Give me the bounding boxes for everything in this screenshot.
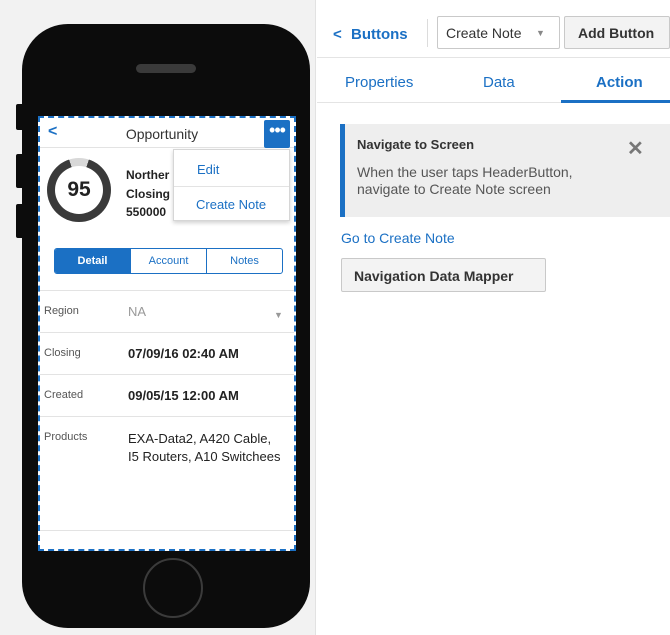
tab-action[interactable]: Action [596, 74, 643, 91]
region-label: Region [44, 305, 79, 317]
properties-panel: < Buttons Create Note ▼ Add Button Prope… [317, 0, 670, 635]
gauge-value: 95 [67, 178, 91, 201]
score-gauge: 95 [47, 158, 111, 222]
navigation-data-mapper-label: Navigation Data Mapper [354, 268, 514, 284]
add-button-label: Add Button [578, 25, 655, 41]
products-value-line2[interactable]: I5 Routers, A10 Switchees [128, 449, 280, 464]
more-icon[interactable]: ••• [264, 120, 290, 148]
header-popup-menu: Edit Create Note [173, 149, 290, 221]
phone-speaker [136, 64, 196, 73]
back-to-buttons-link[interactable]: Buttons [351, 26, 408, 43]
caret-down-icon: ▼ [274, 310, 283, 320]
segmented-tabs: Detail Account Notes [54, 248, 283, 274]
panel-tabs: Properties Data Action [317, 59, 670, 103]
products-value-line1[interactable]: EXA-Data2, A420 Cable, [128, 431, 271, 446]
segment-notes[interactable]: Notes [206, 249, 282, 273]
gauge-center: 95 [55, 166, 103, 214]
row-divider [40, 374, 294, 375]
go-to-create-note-link[interactable]: Go to Create Note [341, 230, 455, 246]
phone-screen[interactable]: < Opportunity ••• 95 Norther Closing 550… [38, 116, 296, 551]
summary-name: Norther [126, 168, 170, 182]
segment-detail[interactable]: Detail [55, 249, 130, 273]
summary-amount: 550000 [126, 205, 167, 219]
tab-data[interactable]: Data [483, 74, 515, 91]
closing-value[interactable]: 07/09/16 02:40 AM [128, 346, 239, 361]
toolbar-divider [427, 19, 428, 47]
info-title: Navigate to Screen [357, 137, 475, 152]
active-tab-indicator [561, 100, 670, 103]
phone-volume-down [16, 204, 24, 238]
summary-closing: Closing [126, 187, 170, 201]
canvas: < Opportunity ••• 95 Norther Closing 550… [0, 0, 316, 635]
menu-divider [174, 186, 289, 187]
row-divider [40, 416, 294, 417]
screen-title: Opportunity [125, 126, 199, 142]
closing-label: Closing [44, 347, 81, 359]
caret-down-icon: ▼ [536, 28, 545, 38]
chevron-left-icon[interactable]: < [333, 26, 342, 43]
navigation-data-mapper-button[interactable]: Navigation Data Mapper [341, 258, 546, 292]
add-button-button[interactable]: Add Button [564, 16, 670, 49]
products-label: Products [44, 431, 88, 443]
button-select[interactable]: Create Note ▼ [437, 16, 560, 49]
screen-header: < Opportunity ••• [40, 118, 294, 148]
row-divider [40, 332, 294, 333]
tab-properties[interactable]: Properties [345, 74, 413, 91]
menu-item-edit[interactable]: Edit [197, 162, 294, 177]
phone-home-button [143, 558, 203, 618]
panel-toolbar: < Buttons Create Note ▼ Add Button [317, 0, 670, 58]
created-value[interactable]: 09/05/15 12:00 AM [128, 388, 239, 403]
action-info-card: Navigate to Screen When the user taps He… [340, 124, 670, 217]
row-divider [40, 530, 294, 531]
menu-item-create-note[interactable]: Create Note [196, 197, 294, 212]
close-icon[interactable]: ✕ [627, 136, 644, 161]
region-value[interactable]: NA [128, 304, 146, 319]
phone-mute-switch [16, 104, 24, 130]
row-divider [40, 290, 294, 291]
segment-account[interactable]: Account [130, 249, 206, 273]
button-select-value: Create Note [446, 25, 522, 41]
phone-volume-up [16, 154, 24, 188]
created-label: Created [44, 389, 84, 401]
info-text: When the user taps HeaderButton, navigat… [357, 164, 573, 197]
